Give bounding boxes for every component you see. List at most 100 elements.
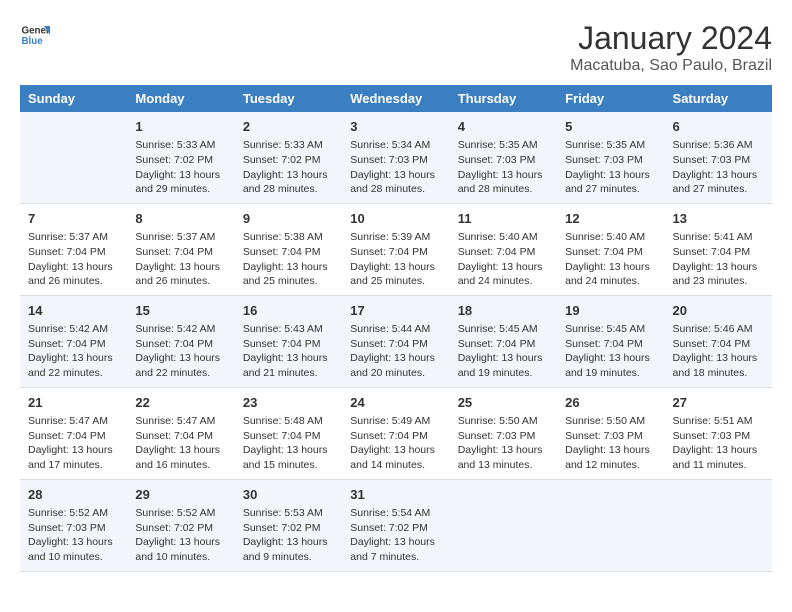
main-title: January 2024 xyxy=(570,20,772,57)
day-number: 25 xyxy=(458,394,549,412)
day-number: 18 xyxy=(458,302,549,320)
calendar-cell: 26Sunrise: 5:50 AMSunset: 7:03 PMDayligh… xyxy=(557,387,664,479)
calendar-cell xyxy=(665,479,772,571)
calendar-cell: 3Sunrise: 5:34 AMSunset: 7:03 PMDaylight… xyxy=(342,112,449,203)
calendar-cell: 5 Sunrise: 5:35 AMSunset: 7:03 PMDaylight… xyxy=(557,112,664,203)
calendar-table: SundayMondayTuesdayWednesdayThursdayFrid… xyxy=(20,85,772,572)
cell-info: Sunrise: 5:33 AMSunset: 7:02 PMDaylight:… xyxy=(135,138,226,197)
cell-info: Sunrise: 5:53 AMSunset: 7:02 PMDaylight:… xyxy=(243,506,334,565)
logo-icon: General Blue xyxy=(20,20,50,50)
title-area: January 2024 Macatuba, Sao Paulo, Brazil xyxy=(570,20,772,75)
day-number: 12 xyxy=(565,210,656,228)
day-header-thursday: Thursday xyxy=(450,85,557,112)
calendar-cell: 19 Sunrise: 5:45 AMSunset: 7:04 PMDayligh… xyxy=(557,295,664,387)
day-number: 2 xyxy=(243,118,334,136)
cell-info: Sunrise: 5:44 AMSunset: 7:04 PMDaylight:… xyxy=(350,322,441,381)
day-number: 5 xyxy=(565,118,656,136)
day-number: 19 xyxy=(565,302,656,320)
day-number: 22 xyxy=(135,394,226,412)
day-header-tuesday: Tuesday xyxy=(235,85,342,112)
svg-text:Blue: Blue xyxy=(22,36,44,47)
day-header-sunday: Sunday xyxy=(20,85,127,112)
calendar-cell: 16 Sunrise: 5:43 AMSunset: 7:04 PMDayligh… xyxy=(235,295,342,387)
logo: General Blue xyxy=(20,20,50,50)
day-number: 23 xyxy=(243,394,334,412)
calendar-cell: 23 Sunrise: 5:48 AMSunset: 7:04 PMDayligh… xyxy=(235,387,342,479)
cell-info: Sunrise: 5:49 AMSunset: 7:04 PMDaylight:… xyxy=(350,414,441,473)
calendar-cell xyxy=(20,112,127,203)
day-number: 17 xyxy=(350,302,441,320)
cell-info: Sunrise: 5:42 AMSunset: 7:04 PMDaylight:… xyxy=(28,322,119,381)
day-header-saturday: Saturday xyxy=(665,85,772,112)
day-number: 31 xyxy=(350,486,441,504)
calendar-cell: 6Sunrise: 5:36 AMSunset: 7:03 PMDaylight… xyxy=(665,112,772,203)
cell-info: Sunrise: 5:34 AMSunset: 7:03 PMDaylight:… xyxy=(350,138,441,197)
day-number: 9 xyxy=(243,210,334,228)
day-number: 28 xyxy=(28,486,119,504)
calendar-cell: 14 Sunrise: 5:42 AMSunset: 7:04 PMDayligh… xyxy=(20,295,127,387)
cell-info: Sunrise: 5:35 AMSunset: 7:03 PMDaylight:… xyxy=(565,138,656,197)
cell-info: Sunrise: 5:50 AMSunset: 7:03 PMDaylight:… xyxy=(565,414,656,473)
cell-info: Sunrise: 5:47 AMSunset: 7:04 PMDaylight:… xyxy=(135,414,226,473)
calendar-cell: 4 Sunrise: 5:35 AMSunset: 7:03 PMDaylight… xyxy=(450,112,557,203)
calendar-cell: 20Sunrise: 5:46 AMSunset: 7:04 PMDayligh… xyxy=(665,295,772,387)
day-number: 27 xyxy=(673,394,764,412)
day-header-wednesday: Wednesday xyxy=(342,85,449,112)
calendar-cell: 9 Sunrise: 5:38 AMSunset: 7:04 PMDaylight… xyxy=(235,203,342,295)
cell-info: Sunrise: 5:35 AMSunset: 7:03 PMDaylight:… xyxy=(458,138,549,197)
calendar-cell: 8Sunrise: 5:37 AMSunset: 7:04 PMDaylight… xyxy=(127,203,234,295)
cell-info: Sunrise: 5:37 AMSunset: 7:04 PMDaylight:… xyxy=(135,230,226,289)
cell-info: Sunrise: 5:48 AMSunset: 7:04 PMDaylight:… xyxy=(243,414,334,473)
header-row: SundayMondayTuesdayWednesdayThursdayFrid… xyxy=(20,85,772,112)
day-number: 16 xyxy=(243,302,334,320)
day-number: 10 xyxy=(350,210,441,228)
day-number: 11 xyxy=(458,210,549,228)
cell-info: Sunrise: 5:47 AMSunset: 7:04 PMDaylight:… xyxy=(28,414,119,473)
cell-info: Sunrise: 5:52 AMSunset: 7:03 PMDaylight:… xyxy=(28,506,119,565)
day-number: 6 xyxy=(673,118,764,136)
subtitle: Macatuba, Sao Paulo, Brazil xyxy=(570,57,772,75)
cell-info: Sunrise: 5:51 AMSunset: 7:03 PMDaylight:… xyxy=(673,414,764,473)
day-number: 30 xyxy=(243,486,334,504)
week-row-3: 14 Sunrise: 5:42 AMSunset: 7:04 PMDayligh… xyxy=(20,295,772,387)
calendar-cell: 18 Sunrise: 5:45 AMSunset: 7:04 PMDayligh… xyxy=(450,295,557,387)
cell-info: Sunrise: 5:33 AMSunset: 7:02 PMDaylight:… xyxy=(243,138,334,197)
calendar-cell: 10 Sunrise: 5:39 AMSunset: 7:04 PMDayligh… xyxy=(342,203,449,295)
calendar-cell: 17 Sunrise: 5:44 AMSunset: 7:04 PMDayligh… xyxy=(342,295,449,387)
calendar-cell: 27 Sunrise: 5:51 AMSunset: 7:03 PMDayligh… xyxy=(665,387,772,479)
week-row-2: 7 Sunrise: 5:37 AMSunset: 7:04 PMDaylight… xyxy=(20,203,772,295)
calendar-cell: 25 Sunrise: 5:50 AMSunset: 7:03 PMDayligh… xyxy=(450,387,557,479)
calendar-cell xyxy=(557,479,664,571)
day-number: 4 xyxy=(458,118,549,136)
cell-info: Sunrise: 5:54 AMSunset: 7:02 PMDaylight:… xyxy=(350,506,441,565)
cell-info: Sunrise: 5:40 AMSunset: 7:04 PMDaylight:… xyxy=(458,230,549,289)
week-row-4: 21 Sunrise: 5:47 AMSunset: 7:04 PMDayligh… xyxy=(20,387,772,479)
cell-info: Sunrise: 5:52 AMSunset: 7:02 PMDaylight:… xyxy=(135,506,226,565)
cell-info: Sunrise: 5:41 AMSunset: 7:04 PMDaylight:… xyxy=(673,230,764,289)
calendar-cell: 15 Sunrise: 5:42 AMSunset: 7:04 PMDayligh… xyxy=(127,295,234,387)
header: General Blue January 2024 Macatuba, Sao … xyxy=(20,20,772,75)
day-number: 14 xyxy=(28,302,119,320)
cell-info: Sunrise: 5:50 AMSunset: 7:03 PMDaylight:… xyxy=(458,414,549,473)
day-number: 13 xyxy=(673,210,764,228)
calendar-cell: 7Sunrise: 5:37 AMSunset: 7:04 PMDaylight… xyxy=(20,203,127,295)
day-number: 1 xyxy=(135,118,226,136)
calendar-cell: 22 Sunrise: 5:47 AMSunset: 7:04 PMDayligh… xyxy=(127,387,234,479)
cell-info: Sunrise: 5:43 AMSunset: 7:04 PMDaylight:… xyxy=(243,322,334,381)
cell-info: Sunrise: 5:38 AMSunset: 7:04 PMDaylight:… xyxy=(243,230,334,289)
day-header-monday: Monday xyxy=(127,85,234,112)
calendar-cell: 31 Sunrise: 5:54 AMSunset: 7:02 PMDayligh… xyxy=(342,479,449,571)
cell-info: Sunrise: 5:45 AMSunset: 7:04 PMDaylight:… xyxy=(458,322,549,381)
cell-info: Sunrise: 5:42 AMSunset: 7:04 PMDaylight:… xyxy=(135,322,226,381)
calendar-cell xyxy=(450,479,557,571)
cell-info: Sunrise: 5:40 AMSunset: 7:04 PMDaylight:… xyxy=(565,230,656,289)
day-number: 7 xyxy=(28,210,119,228)
calendar-cell: 28 Sunrise: 5:52 AMSunset: 7:03 PMDayligh… xyxy=(20,479,127,571)
calendar-cell: 29Sunrise: 5:52 AMSunset: 7:02 PMDayligh… xyxy=(127,479,234,571)
calendar-cell: 21 Sunrise: 5:47 AMSunset: 7:04 PMDayligh… xyxy=(20,387,127,479)
day-number: 15 xyxy=(135,302,226,320)
calendar-cell: 11 Sunrise: 5:40 AMSunset: 7:04 PMDayligh… xyxy=(450,203,557,295)
day-number: 21 xyxy=(28,394,119,412)
cell-info: Sunrise: 5:45 AMSunset: 7:04 PMDaylight:… xyxy=(565,322,656,381)
cell-info: Sunrise: 5:39 AMSunset: 7:04 PMDaylight:… xyxy=(350,230,441,289)
